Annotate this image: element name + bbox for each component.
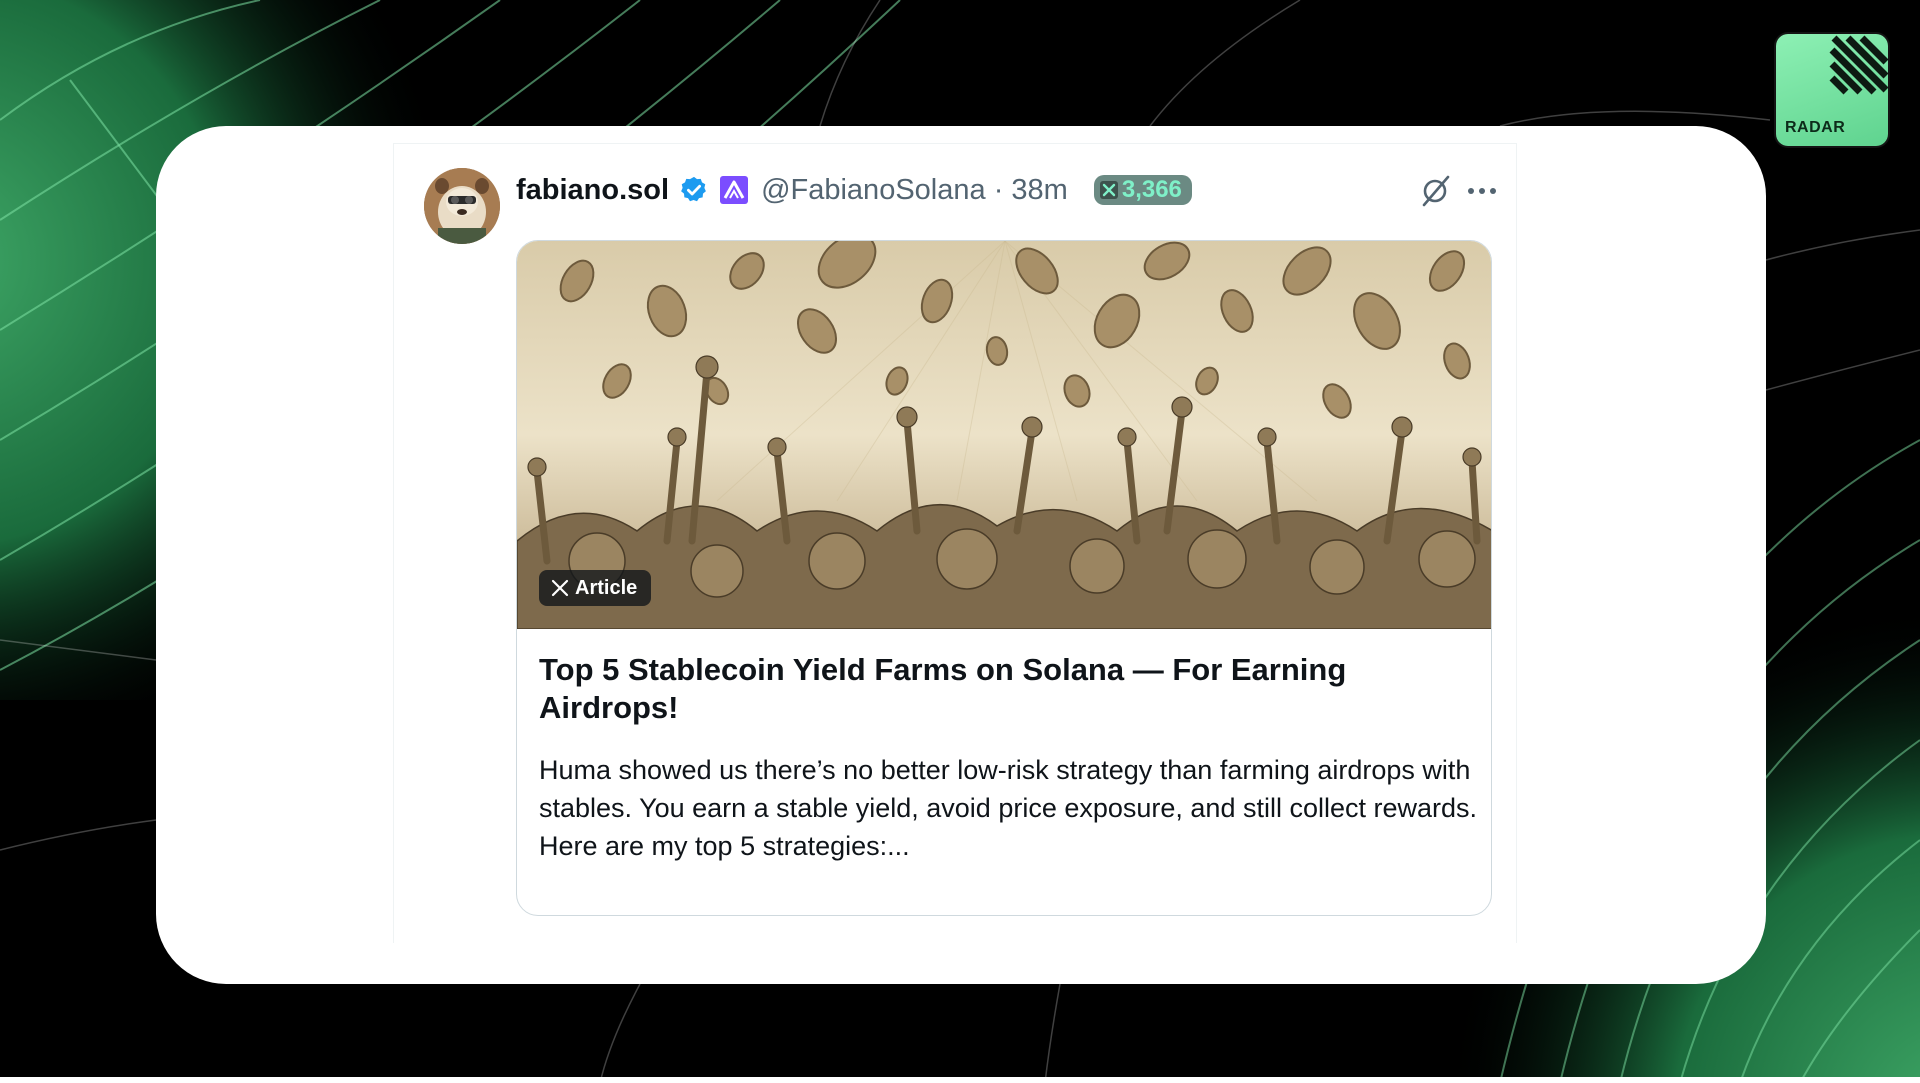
article-title[interactable]: Top 5 Stablecoin Yield Farms on Solana —… [539,651,1439,727]
x-score-icon [1099,181,1118,199]
avatar-illustration [424,168,500,244]
radar-logo-badge: RADAR [1776,34,1888,146]
slide-bottom-edge [0,1077,1920,1083]
article-excerpt-line: Here are my top 5 strategies:... [539,831,910,861]
score-badge[interactable]: 3,366 [1093,175,1192,205]
article-cover-image[interactable]: Article [517,241,1491,629]
affiliate-logo-icon[interactable] [719,175,749,205]
article-tag-label: Article [575,576,638,599]
handle-and-time[interactable]: @FabianoSolana · 38m [761,174,1068,207]
handle: @FabianoSolana [761,173,986,206]
coins-raining-crowd-illustration [517,241,1491,629]
score-value: 3,366 [1121,176,1182,203]
avatar[interactable] [424,168,500,244]
tweet-header: fabiano.sol @FabianoSolana · 38m 3,366 [516,168,1192,212]
article-tag: Article [539,570,652,606]
timestamp: 38m [1011,173,1068,206]
radar-label: RADAR [1785,119,1846,136]
article-excerpt-line: Huma showed us there’s no better low-ris… [539,755,1478,823]
x-logo-icon [551,579,569,597]
grok-icon[interactable] [1418,174,1452,208]
article-card[interactable]: Article Top 5 Stablecoin Yield Farms on … [516,240,1492,916]
more-options-icon[interactable] [1466,184,1498,198]
display-name[interactable]: fabiano.sol [516,174,669,207]
presentation-slide: RADAR fabiano.sol @FabianoSolana · 38m 3… [0,0,1920,1083]
tweet[interactable]: fabiano.sol @FabianoSolana · 38m 3,366 A… [393,143,1517,943]
separator: · [993,173,1004,206]
verified-badge-icon[interactable] [679,175,709,205]
content-card: fabiano.sol @FabianoSolana · 38m 3,366 A… [156,126,1766,984]
article-excerpt: Huma showed us there’s no better low-ris… [539,751,1479,865]
